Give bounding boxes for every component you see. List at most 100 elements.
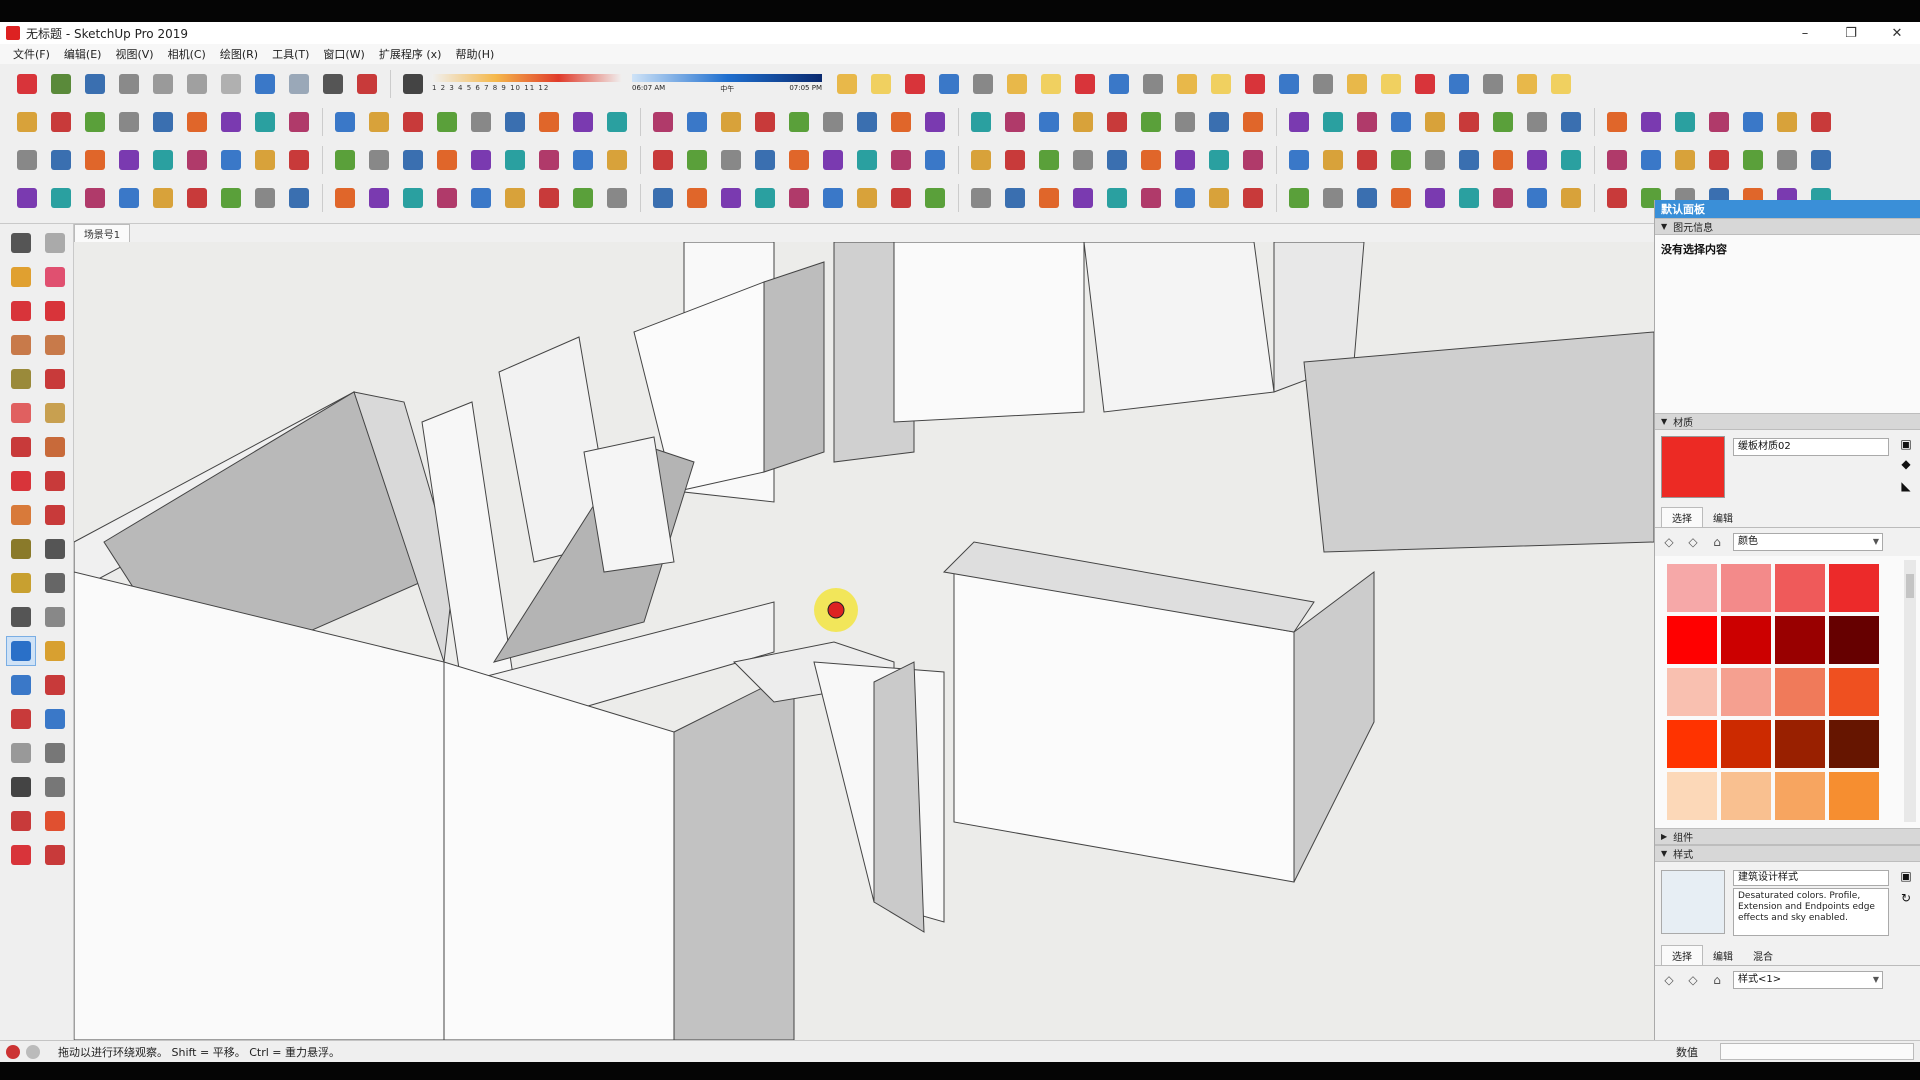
tool-icon[interactable] [284, 145, 314, 175]
tool-icon[interactable] [602, 183, 632, 213]
tool-icon[interactable] [568, 145, 598, 175]
tool-icon[interactable] [500, 145, 530, 175]
tool-icon[interactable] [1546, 69, 1576, 99]
tool-icon[interactable] [648, 107, 678, 137]
tool-icon[interactable] [12, 145, 42, 175]
tool-icon[interactable] [1240, 69, 1270, 99]
tool-icon[interactable] [1136, 183, 1166, 213]
tool-icon[interactable] [784, 145, 814, 175]
tool-icon[interactable] [1806, 145, 1836, 175]
shadow-month-slider[interactable]: 1 2 3 4 5 6 7 8 9 10 11 12 [432, 72, 622, 96]
tool-icon[interactable] [6, 602, 36, 632]
tool-icon[interactable] [1238, 107, 1268, 137]
model-info-icon[interactable] [352, 69, 382, 99]
tool-icon[interactable] [284, 107, 314, 137]
material-swatch-14[interactable] [1775, 720, 1825, 768]
tool-icon[interactable] [1522, 107, 1552, 137]
tool-icon[interactable] [46, 107, 76, 137]
tool-icon[interactable] [534, 183, 564, 213]
tool-icon[interactable] [40, 738, 70, 768]
tool-icon[interactable] [750, 145, 780, 175]
tool-icon[interactable] [432, 183, 462, 213]
tool-icon[interactable] [6, 262, 36, 292]
tool-icon[interactable] [1238, 183, 1268, 213]
tool-icon[interactable] [1034, 107, 1064, 137]
tool-icon[interactable] [1172, 69, 1202, 99]
tool-icon[interactable] [1104, 69, 1134, 99]
tool-icon[interactable] [1602, 145, 1632, 175]
tool-icon[interactable] [1376, 69, 1406, 99]
tool-icon[interactable] [1444, 69, 1474, 99]
tool-icon[interactable] [216, 183, 246, 213]
tool-icon[interactable] [1386, 107, 1416, 137]
menu-edit[interactable]: 编辑(E) [57, 46, 109, 62]
sample-paint-icon[interactable]: ◆ [1898, 456, 1914, 472]
tool-icon[interactable] [1068, 107, 1098, 137]
tool-icon[interactable] [966, 107, 996, 137]
paste-icon[interactable] [182, 69, 212, 99]
new-file-icon[interactable] [12, 69, 42, 99]
tool-icon[interactable] [1204, 145, 1234, 175]
tool-icon[interactable] [1420, 107, 1450, 137]
tool-icon[interactable] [1704, 145, 1734, 175]
tool-icon[interactable] [1284, 107, 1314, 137]
style-name-field[interactable]: 建筑设计样式 [1733, 870, 1889, 886]
tool-icon[interactable] [182, 107, 212, 137]
tool-icon[interactable] [1170, 183, 1200, 213]
tool-icon[interactable] [148, 145, 178, 175]
home-icon[interactable]: ⌂ [1709, 972, 1725, 988]
tool-icon[interactable] [1206, 69, 1236, 99]
redo-icon[interactable] [284, 69, 314, 99]
tool-icon[interactable] [602, 107, 632, 137]
tool-icon[interactable] [852, 183, 882, 213]
tool-icon[interactable] [1102, 107, 1132, 137]
tool-icon[interactable] [1170, 107, 1200, 137]
tool-icon[interactable] [398, 183, 428, 213]
menu-tools[interactable]: 工具(T) [265, 46, 316, 62]
material-swatch-8[interactable] [1667, 668, 1717, 716]
tool-icon[interactable] [46, 183, 76, 213]
style-library-select[interactable]: 样式<1> ▼ [1733, 971, 1883, 989]
back-icon[interactable]: ◇ [1661, 972, 1677, 988]
menu-window[interactable]: 窗口(W) [316, 46, 371, 62]
tool-icon[interactable] [1738, 107, 1768, 137]
tool-icon[interactable] [6, 500, 36, 530]
tool-icon[interactable] [1318, 183, 1348, 213]
tool-icon[interactable] [852, 145, 882, 175]
tool-icon[interactable] [1420, 145, 1450, 175]
tool-icon[interactable] [1488, 183, 1518, 213]
tool-icon[interactable] [1386, 183, 1416, 213]
material-swatch-10[interactable] [1775, 668, 1825, 716]
scene-tab[interactable]: 场景号1 [74, 224, 130, 242]
tool-icon[interactable] [114, 183, 144, 213]
menu-camera[interactable]: 相机(C) [161, 46, 213, 62]
tool-icon[interactable] [934, 69, 964, 99]
copy-icon[interactable] [148, 69, 178, 99]
material-swatch[interactable] [1661, 436, 1725, 498]
tab-style-mix[interactable]: 混合 [1743, 946, 1783, 965]
tool-icon[interactable] [1488, 145, 1518, 175]
tool-icon[interactable] [364, 145, 394, 175]
tool-icon[interactable] [216, 107, 246, 137]
tool-icon[interactable] [40, 636, 70, 666]
tool-icon[interactable] [6, 296, 36, 326]
shadows-toggle-icon[interactable] [398, 69, 428, 99]
tool-icon[interactable] [250, 183, 280, 213]
tool-icon[interactable] [40, 500, 70, 530]
tool-icon[interactable] [6, 466, 36, 496]
tool-icon[interactable] [1772, 107, 1802, 137]
tool-icon[interactable] [148, 107, 178, 137]
tool-icon[interactable] [40, 772, 70, 802]
tool-icon[interactable] [216, 145, 246, 175]
tool-icon[interactable] [716, 183, 746, 213]
tool-icon[interactable] [1522, 183, 1552, 213]
tool-icon[interactable] [6, 534, 36, 564]
entity-info-header[interactable]: ▼ 图元信息 [1655, 218, 1920, 235]
tool-icon[interactable] [1738, 145, 1768, 175]
tool-icon[interactable] [398, 145, 428, 175]
tool-icon[interactable] [1420, 183, 1450, 213]
tool-icon[interactable] [40, 228, 70, 258]
tool-icon[interactable] [1136, 145, 1166, 175]
tool-icon[interactable] [284, 183, 314, 213]
print-icon[interactable] [318, 69, 348, 99]
